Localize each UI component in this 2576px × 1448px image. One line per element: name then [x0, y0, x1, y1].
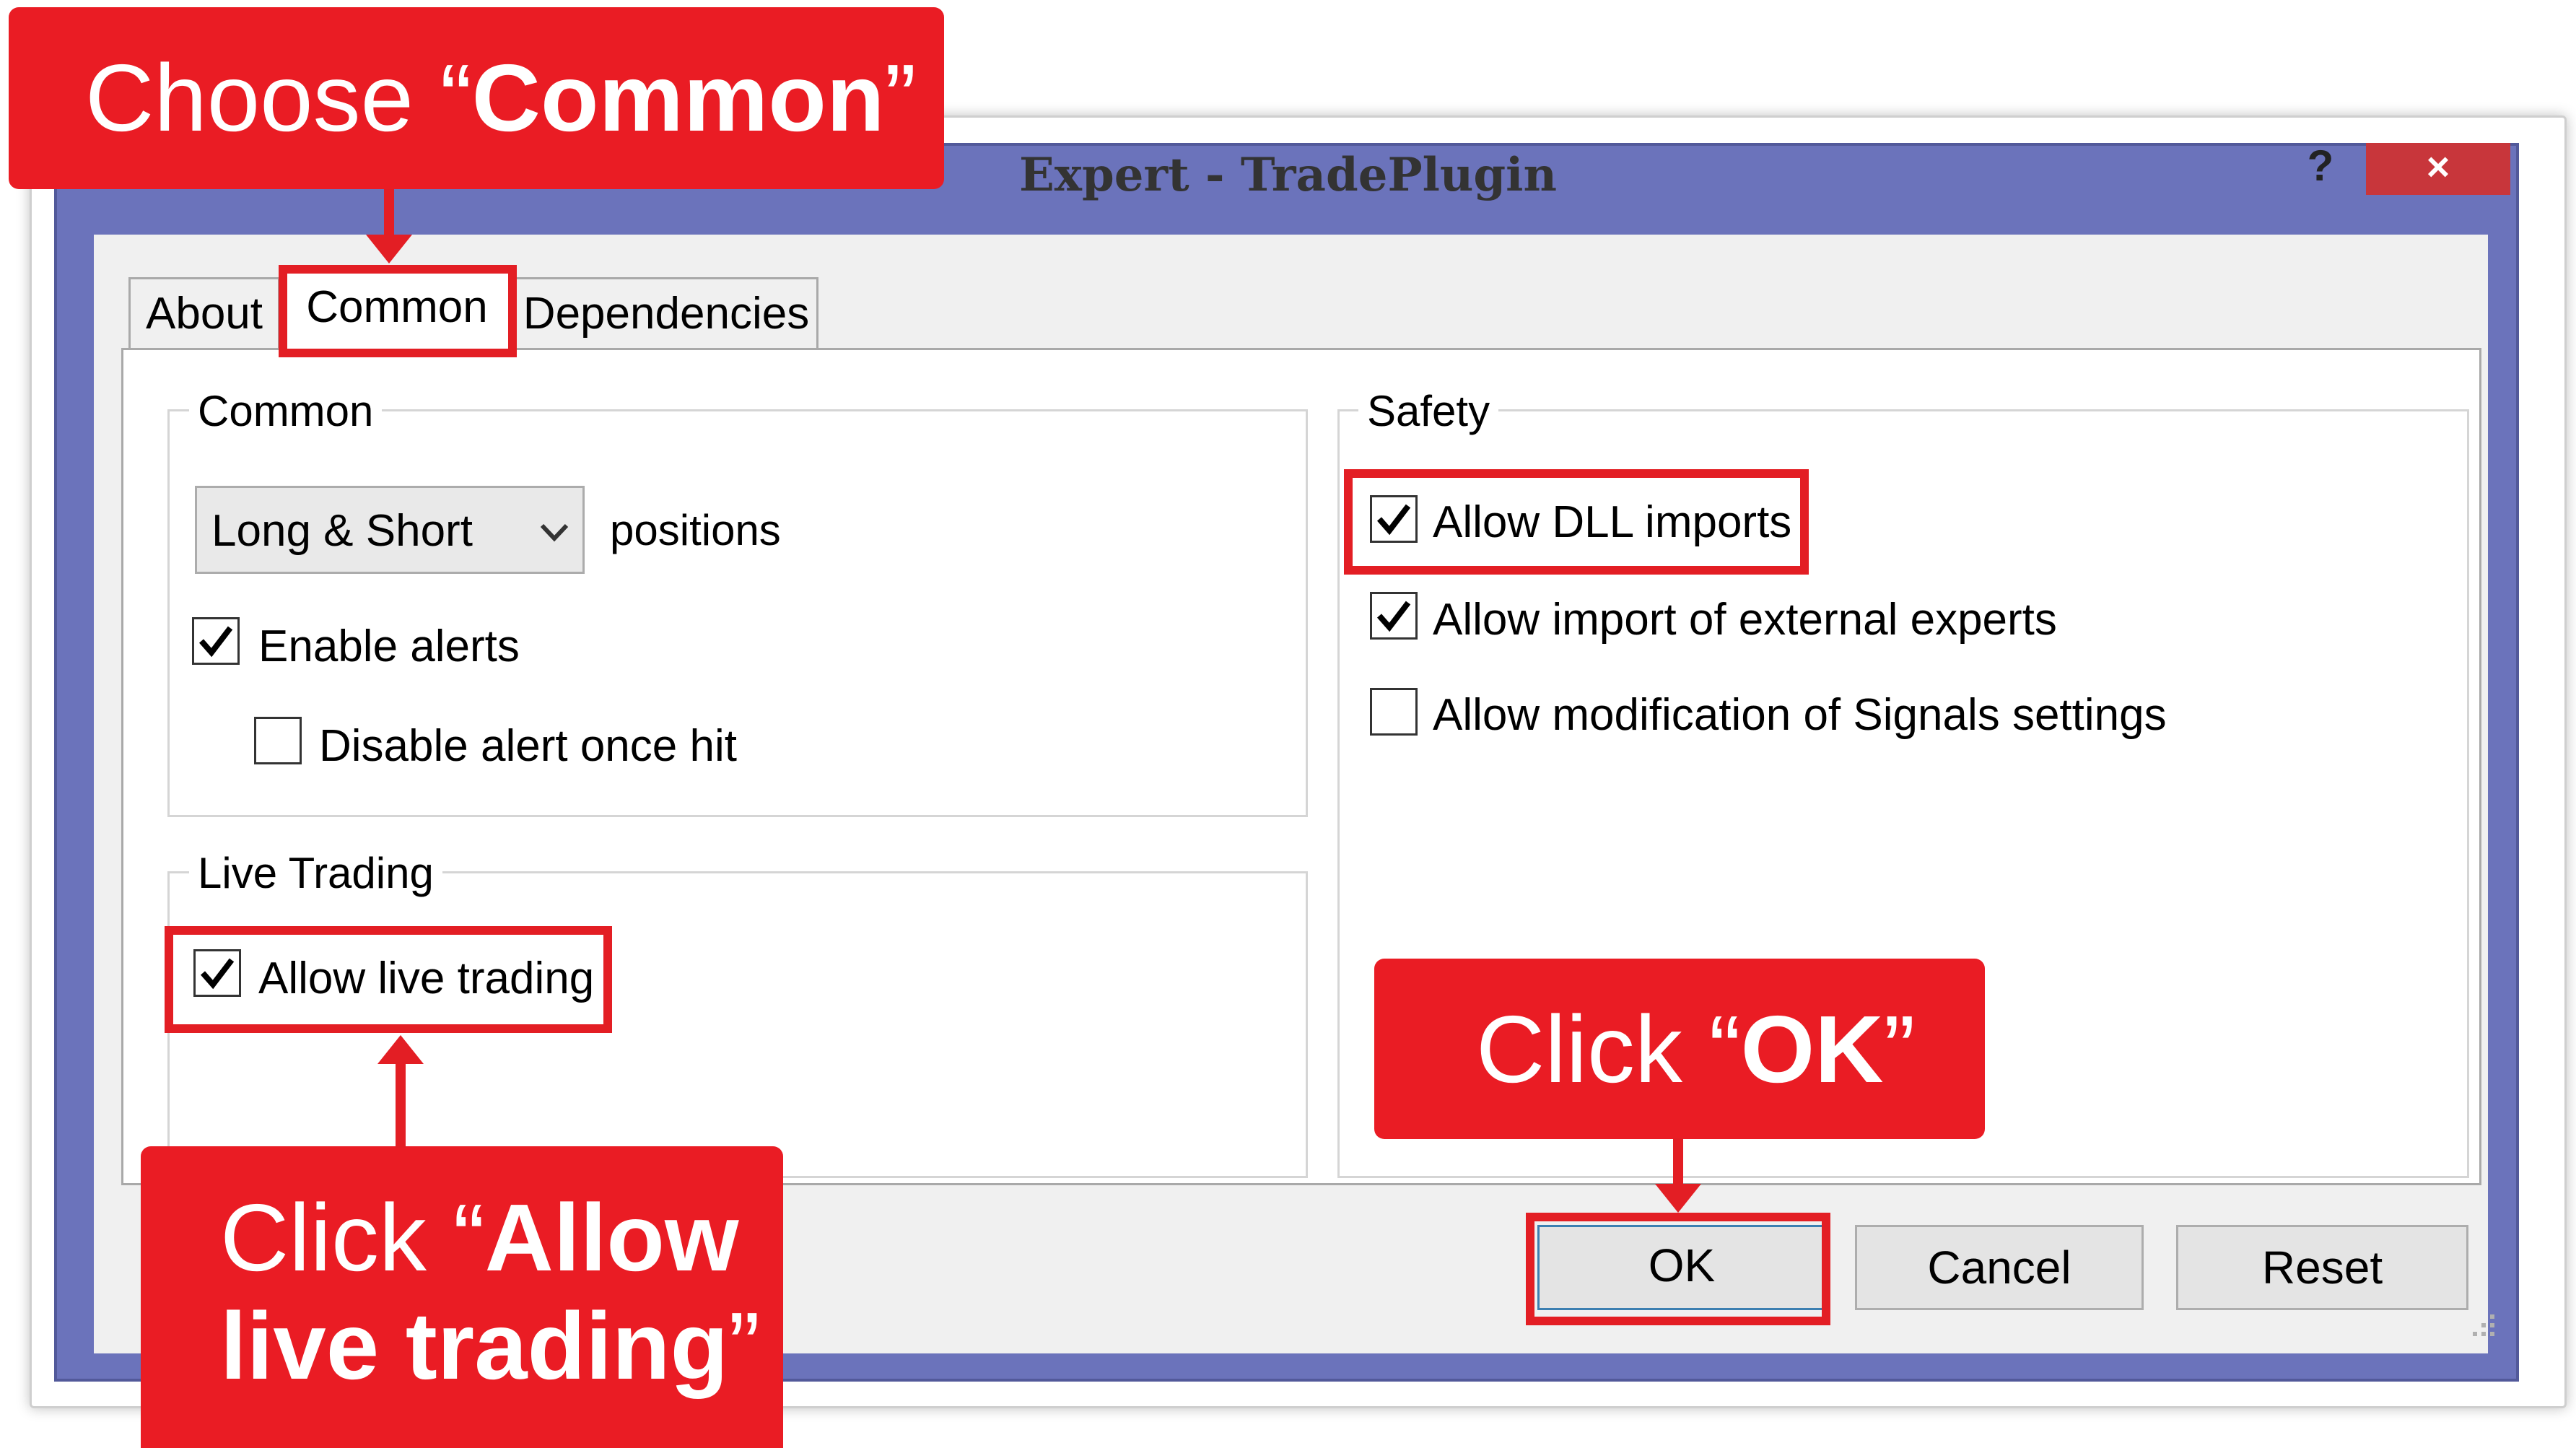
highlight-allow-dll [1344, 469, 1809, 575]
highlight-allow-live-trading [165, 926, 612, 1033]
highlight-common-tab [279, 265, 517, 357]
enable-alerts-label: Enable alerts [258, 621, 520, 671]
arrow-down-icon [1655, 1184, 1701, 1213]
checkmark-icon [198, 626, 233, 658]
highlight-ok-button [1526, 1213, 1830, 1325]
tab-dependencies[interactable]: Dependencies [514, 277, 818, 349]
allow-import-experts-label: Allow import of external experts [1433, 595, 2057, 645]
disable-alert-checkbox[interactable] [254, 717, 302, 764]
callout-arrow-stem [384, 189, 394, 238]
live-trading-group-title: Live Trading [189, 848, 442, 898]
tab-about[interactable]: About [128, 277, 280, 349]
allow-import-experts-checkbox[interactable] [1370, 592, 1418, 640]
close-button[interactable]: × [2366, 143, 2510, 195]
callout-arrow-stem [1673, 1138, 1683, 1188]
cancel-button[interactable]: Cancel [1855, 1225, 2144, 1310]
allow-signals-modification-checkbox[interactable] [1370, 688, 1418, 736]
arrow-up-icon [377, 1035, 424, 1064]
callout-allow-live-trading-text: Click “Allow live trading” [220, 1185, 761, 1399]
help-button[interactable]: ? [2288, 137, 2353, 195]
disable-alert-label: Disable alert once hit [319, 721, 737, 771]
common-group-title: Common [189, 386, 383, 436]
enable-alerts-checkbox[interactable] [192, 617, 240, 665]
positions-label: positions [610, 506, 781, 554]
allow-signals-modification-label: Allow modification of Signals settings [1433, 690, 2167, 740]
callout-choose-common-text: Choose “Common” [85, 45, 917, 151]
positions-dropdown[interactable]: Long & Short [195, 486, 585, 574]
chevron-down-icon [540, 523, 569, 542]
reset-button[interactable]: Reset [2176, 1225, 2468, 1310]
safety-group-title: Safety [1358, 386, 1499, 436]
arrow-down-icon [366, 235, 412, 263]
callout-click-ok-text: Click “OK” [1476, 996, 1916, 1102]
resize-grip-icon[interactable] [2468, 1310, 2497, 1339]
checkmark-icon [1376, 601, 1411, 632]
positions-dropdown-value: Long & Short [211, 506, 473, 556]
callout-arrow-stem [396, 1061, 406, 1148]
